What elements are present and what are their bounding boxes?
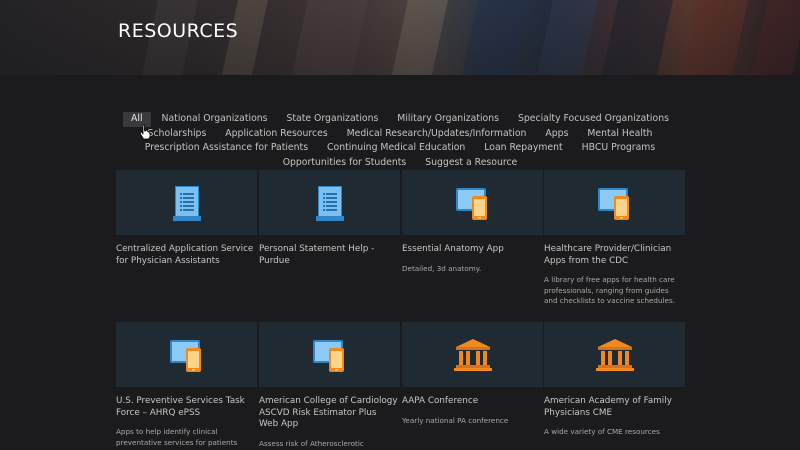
filter-hbcu-programs[interactable]: HBCU Programs — [574, 141, 664, 156]
card-title[interactable]: Centralized Application Service for Phys… — [116, 244, 257, 267]
filter-medical-research[interactable]: Medical Research/Updates/Information — [339, 127, 535, 142]
resource-card[interactable]: Centralized Application Service for Phys… — [116, 170, 257, 267]
card-description: Apps to help identify clinical preventat… — [116, 427, 238, 447]
resource-card[interactable]: American Academy of Family Physicians CM… — [544, 322, 685, 438]
resource-card[interactable]: Essential Anatomy App Detailed, 3d anato… — [402, 170, 543, 274]
filter-opportunities-for-students[interactable]: Opportunities for Students — [275, 156, 415, 171]
resource-card[interactable]: Healthcare Provider/Clinician Apps from … — [544, 170, 685, 307]
filter-military-organizations[interactable]: Military Organizations — [389, 112, 507, 127]
card-title[interactable]: Healthcare Provider/Clinician Apps from … — [544, 244, 685, 267]
devices-icon — [597, 187, 629, 220]
card-description: A wide variety of CME resources — [544, 427, 660, 436]
filter-state-organizations[interactable]: State Organizations — [278, 112, 386, 127]
resource-card[interactable]: U.S. Preventive Services Task Force – AH… — [116, 322, 257, 448]
filter-loan-repayment[interactable]: Loan Repayment — [476, 141, 570, 156]
card-thumbnail[interactable] — [544, 322, 685, 387]
card-thumbnail[interactable] — [116, 322, 257, 387]
card-thumbnail[interactable] — [259, 322, 400, 387]
card-title[interactable]: Personal Statement Help - Purdue — [259, 244, 400, 267]
mouse-pointer-icon — [139, 124, 151, 140]
document-icon — [315, 185, 344, 221]
institution-icon — [453, 338, 492, 371]
card-title[interactable]: Essential Anatomy App — [402, 244, 543, 256]
card-title[interactable]: AAPA Conference — [402, 396, 543, 408]
card-thumbnail[interactable] — [116, 170, 257, 235]
document-icon — [172, 185, 201, 221]
card-description: Yearly national PA conference — [402, 415, 509, 425]
devices-icon — [169, 339, 201, 372]
filter-bar: All National Organizations State Organiz… — [100, 112, 700, 170]
card-title[interactable]: U.S. Preventive Services Task Force – AH… — [116, 396, 257, 419]
resource-card[interactable]: American College of Cardiology ASCVD Ris… — [259, 322, 400, 450]
devices-icon — [312, 339, 344, 372]
filter-specialty-focused-organizations[interactable]: Specialty Focused Organizations — [510, 112, 677, 127]
card-thumbnail[interactable] — [402, 170, 543, 235]
institution-icon — [595, 338, 634, 371]
resource-card[interactable]: Personal Statement Help - Purdue — [259, 170, 400, 267]
resource-card[interactable]: AAPA Conference Yearly national PA confe… — [402, 322, 543, 426]
filter-mental-health[interactable]: Mental Health — [579, 127, 660, 142]
card-thumbnail[interactable] — [544, 170, 685, 235]
card-thumbnail[interactable] — [402, 322, 543, 387]
card-description: Detailed, 3d anatomy. — [402, 263, 482, 273]
card-title[interactable]: American Academy of Family Physicians CM… — [544, 396, 685, 419]
filter-application-resources[interactable]: Application Resources — [217, 127, 335, 142]
filter-continuing-medical-education[interactable]: Continuing Medical Education — [319, 141, 473, 156]
filter-prescription-assistance[interactable]: Prescription Assistance for Patients — [137, 141, 316, 156]
card-thumbnail[interactable] — [259, 170, 400, 235]
card-description: A library of free apps for health care p… — [544, 275, 675, 305]
filter-suggest-a-resource[interactable]: Suggest a Resource — [417, 156, 525, 171]
page-title: RESOURCES — [118, 20, 239, 42]
card-description: Assess risk of Atherosclerotic Cardiovas… — [259, 438, 364, 450]
devices-icon — [455, 187, 487, 220]
card-title[interactable]: American College of Cardiology ASCVD Ris… — [259, 396, 400, 431]
filter-national-organizations[interactable]: National Organizations — [154, 112, 276, 127]
filter-apps[interactable]: Apps — [537, 127, 576, 142]
